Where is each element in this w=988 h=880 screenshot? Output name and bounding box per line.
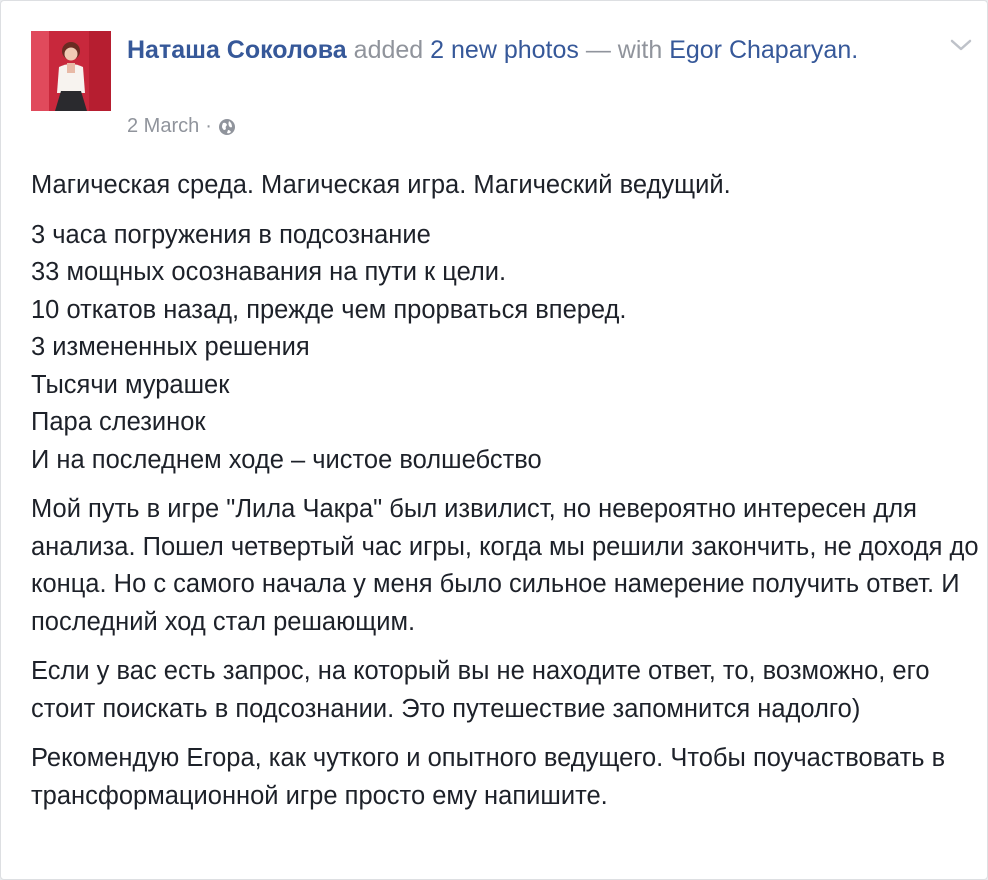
with-text: — with xyxy=(585,36,663,64)
action-text: added xyxy=(353,36,424,64)
post-header: Наташа Соколова added 2 new photos — wit… xyxy=(127,31,907,69)
post-paragraph: Мой путь в игре "Лила Чакра" был извилис… xyxy=(31,495,979,636)
author-avatar[interactable] xyxy=(31,31,111,111)
post-date-link[interactable]: 2 March xyxy=(127,113,199,139)
globe-icon[interactable] xyxy=(218,117,236,135)
post-paragraph: 3 часа погружения в подсознание 33 мощны… xyxy=(31,220,627,474)
post-paragraph: Магическая среда. Магическая игра. Магич… xyxy=(31,171,731,199)
post-card: Наташа Соколова added 2 new photos — wit… xyxy=(0,0,988,880)
author-name-link[interactable]: Наташа Соколова xyxy=(127,36,347,64)
post-paragraph: Рекомендую Егора, как чуткого и опытного… xyxy=(31,744,946,810)
header-period: . xyxy=(851,36,859,64)
post-text: Магическая среда. Магическая игра. Магич… xyxy=(31,167,981,827)
chevron-down-icon[interactable] xyxy=(949,37,973,53)
tagged-person-link[interactable]: Egor Chaparyan xyxy=(669,36,851,64)
post-meta: 2 March · xyxy=(127,113,236,139)
photos-link[interactable]: 2 new photos xyxy=(430,36,579,64)
meta-separator: · xyxy=(205,115,212,137)
post-paragraph: Если у вас есть запрос, на который вы не… xyxy=(31,657,930,723)
